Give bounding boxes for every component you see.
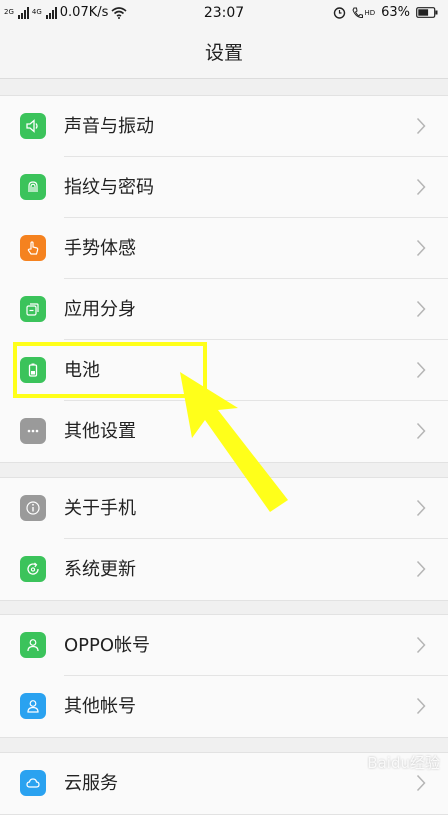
settings-row-label: 应用分身 [64, 299, 136, 320]
person-icon [20, 693, 46, 719]
chevron-right-icon [416, 499, 426, 517]
app-clone-icon [20, 296, 46, 322]
settings-row-label: 指纹与密码 [64, 177, 154, 198]
settings-group-2: 关于手机 系统更新 [0, 477, 448, 601]
gesture-hand-icon [20, 235, 46, 261]
chevron-right-icon [416, 774, 426, 792]
system-update-icon [20, 556, 46, 582]
settings-row-label: 声音与振动 [64, 116, 154, 137]
chevron-right-icon [416, 300, 426, 318]
page-title: 设置 [204, 42, 243, 64]
annotation-highlight-box [13, 342, 207, 398]
status-bar: 2G 4G 0.07K/s 23:07 HD 63% [0, 0, 448, 28]
chevron-right-icon [416, 117, 426, 135]
title-bar: 设置 [0, 28, 448, 79]
settings-row-other-accounts[interactable]: 其他帐号 [0, 676, 448, 737]
battery-percent: 63% [381, 5, 410, 20]
settings-row-label: OPPO帐号 [64, 635, 151, 656]
hd-label: HD [364, 8, 376, 17]
fingerprint-icon [20, 174, 46, 200]
settings-row-label: 其他帐号 [64, 696, 136, 717]
status-right: HD 63% [333, 5, 438, 20]
settings-row-label: 关于手机 [64, 498, 136, 519]
settings-row-label: 其他设置 [64, 421, 136, 442]
chevron-right-icon [416, 239, 426, 257]
settings-row-other-settings[interactable]: 其他设置 [0, 401, 448, 462]
settings-row-gesture-motion[interactable]: 手势体感 [0, 218, 448, 279]
settings-row-oppo-account[interactable]: OPPO帐号 [0, 615, 448, 676]
settings-row-about-phone[interactable]: 关于手机 [0, 478, 448, 539]
info-icon [20, 495, 46, 521]
person-icon [20, 632, 46, 658]
cloud-icon [20, 770, 46, 796]
settings-row-system-update[interactable]: 系统更新 [0, 539, 448, 600]
chevron-right-icon [416, 560, 426, 578]
chevron-right-icon [416, 636, 426, 654]
watermark: Baidu经验 [367, 754, 440, 772]
settings-row-fingerprint-password[interactable]: 指纹与密码 [0, 157, 448, 218]
settings-row-label: 云服务 [64, 773, 118, 794]
alarm-icon [334, 7, 346, 19]
battery-status-icon [416, 7, 438, 18]
chevron-right-icon [416, 422, 426, 440]
chevron-right-icon [416, 178, 426, 196]
settings-row-sound-vibration[interactable]: 声音与振动 [0, 96, 448, 157]
settings-group-1: 声音与振动 指纹与密码 手势体感 应用分身 电池 其他设置 [0, 95, 448, 463]
settings-row-label: 手势体感 [64, 238, 136, 259]
settings-row-label: 系统更新 [64, 559, 136, 580]
hd-call-icon: HD [352, 7, 375, 19]
settings-row-app-clone[interactable]: 应用分身 [0, 279, 448, 340]
chevron-right-icon [416, 361, 426, 379]
more-dots-icon [20, 418, 46, 444]
settings-group-3: OPPO帐号 其他帐号 [0, 614, 448, 738]
speaker-icon [20, 113, 46, 139]
chevron-right-icon [416, 697, 426, 715]
